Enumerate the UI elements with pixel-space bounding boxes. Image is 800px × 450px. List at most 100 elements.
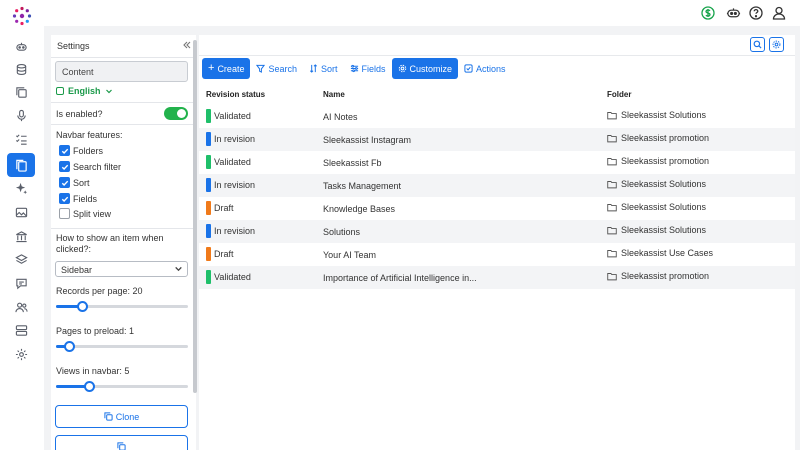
status-color-bar — [206, 132, 211, 146]
row-folder: Sleekassist Solutions — [607, 110, 706, 120]
row-name[interactable]: Your AI Team — [323, 250, 376, 260]
slider-thumb[interactable] — [64, 341, 76, 352]
feature-label: Sort — [73, 177, 90, 188]
pages-to-preload-slider[interactable] — [56, 341, 188, 352]
users-icon[interactable] — [10, 296, 32, 318]
server-icon[interactable] — [10, 319, 32, 341]
row-name[interactable]: Tasks Management — [323, 181, 401, 191]
row-name[interactable]: Importance of Artificial Intelligence in… — [323, 273, 477, 283]
sort-button[interactable]: Sort — [303, 58, 344, 79]
is-enabled-toggle[interactable] — [164, 107, 188, 120]
views-in-navbar-slider[interactable] — [56, 381, 188, 392]
slider-thumb[interactable] — [84, 381, 95, 392]
row-folder: Sleekassist promotion — [607, 156, 709, 166]
sparkle-icon[interactable] — [10, 177, 32, 199]
database-icon[interactable] — [10, 58, 32, 80]
status-color-bar — [206, 224, 211, 238]
help-icon[interactable] — [747, 4, 765, 22]
customize-button[interactable]: Customize — [391, 58, 459, 79]
microphone-icon[interactable] — [10, 104, 32, 126]
search-icon[interactable] — [750, 37, 765, 52]
copy-icon — [117, 442, 126, 450]
content-type-field[interactable]: Content — [55, 61, 188, 82]
layers-icon[interactable] — [10, 248, 32, 270]
divider — [51, 228, 196, 229]
top-bar — [44, 0, 800, 26]
status-color-bar — [206, 155, 211, 169]
column-header-revision-status[interactable]: Revision status — [206, 90, 265, 99]
feature-label: Folders — [73, 145, 104, 156]
create-label: Create — [217, 63, 245, 74]
table-row[interactable]: In revision Tasks Management Sleekassist S… — [199, 174, 795, 197]
app-logo[interactable] — [12, 6, 32, 26]
settings-icon[interactable] — [769, 37, 784, 52]
settings-scrollbar[interactable] — [193, 40, 197, 393]
row-name[interactable]: Knowledge Bases — [323, 204, 395, 214]
status-label: In revision — [214, 226, 256, 236]
bank-icon[interactable] — [10, 225, 32, 247]
status-badge: In revision — [206, 132, 255, 146]
slider-thumb[interactable] — [77, 301, 89, 312]
chat-icon[interactable] — [10, 272, 32, 294]
sliders-icon — [350, 64, 358, 73]
table-row[interactable]: Draft Your AI Team Sleekassist Use Cases — [199, 243, 795, 266]
user-icon[interactable] — [770, 4, 788, 22]
collapse-panel-icon[interactable] — [182, 40, 192, 50]
image-icon[interactable] — [10, 201, 32, 223]
language-label: English — [68, 86, 101, 96]
status-badge: Validated — [206, 270, 251, 284]
feature-split-view-checkbox[interactable]: Split view — [59, 208, 111, 219]
folder-icon — [607, 203, 617, 211]
chevron-down-icon — [105, 89, 112, 94]
table-row[interactable]: Draft Knowledge Bases Sleekassist Solution… — [199, 197, 795, 220]
copy-icon[interactable] — [10, 81, 32, 103]
table-row[interactable]: Validated Importance of Artificial Intell… — [199, 266, 795, 289]
row-folder: Sleekassist Solutions — [607, 225, 706, 235]
how-to-show-select[interactable]: Sidebar — [55, 261, 188, 277]
main-content: + Create Search Sort Fields Customize Ac… — [199, 35, 795, 450]
folder-label: Sleekassist Use Cases — [621, 248, 714, 258]
secondary-action-button[interactable] — [55, 435, 188, 450]
settings-panel: Settings Content English Is enabled? Nav… — [51, 35, 196, 450]
table-row[interactable]: In revision Solutions Sleekassist Solution… — [199, 220, 795, 243]
checklist-icon[interactable] — [10, 128, 32, 150]
folder-label: Sleekassist promotion — [621, 271, 710, 281]
table-row[interactable]: Validated AI Notes Sleekassist Solutions — [199, 105, 795, 128]
table-row[interactable]: Validated Sleekassist Fb Sleekassist promo… — [199, 151, 795, 174]
table-row[interactable]: In revision Sleekassist Instagram Sleekass… — [199, 128, 795, 151]
create-button[interactable]: + Create — [202, 58, 251, 79]
select-value: Sidebar — [61, 265, 93, 275]
records-per-page-slider[interactable] — [56, 301, 188, 312]
feature-folders-checkbox[interactable]: Folders — [59, 145, 103, 156]
robot-icon[interactable] — [724, 4, 742, 22]
language-selector[interactable]: English — [56, 86, 113, 96]
folder-label: Sleekassist Solutions — [621, 179, 707, 189]
status-badge: Draft — [206, 201, 234, 215]
feature-sort-checkbox[interactable]: Sort — [59, 177, 90, 188]
gear-icon[interactable] — [10, 343, 32, 365]
fields-button[interactable]: Fields — [344, 58, 392, 79]
actions-button[interactable]: Actions — [458, 58, 512, 79]
toolbar: + Create Search Sort Fields Customize Ac… — [202, 58, 512, 79]
row-name[interactable]: Sleekassist Instagram — [323, 135, 411, 145]
fields-label: Fields — [361, 63, 386, 74]
folder-icon — [607, 249, 617, 257]
bot-icon[interactable] — [10, 35, 32, 57]
row-name[interactable]: Solutions — [323, 227, 360, 237]
feature-fields-checkbox[interactable]: Fields — [59, 193, 97, 204]
documents-icon[interactable] — [7, 153, 35, 177]
checkbox-unchecked-icon — [59, 208, 70, 219]
dollar-icon[interactable] — [699, 4, 717, 22]
row-name[interactable]: Sleekassist Fb — [323, 158, 382, 168]
column-header-name[interactable]: Name — [323, 90, 345, 99]
clone-button[interactable]: Clone — [55, 405, 188, 428]
row-name[interactable]: AI Notes — [323, 112, 358, 122]
status-label: In revision — [214, 180, 256, 190]
status-color-bar — [206, 109, 211, 123]
status-color-bar — [206, 178, 211, 192]
status-label: Draft — [214, 203, 234, 213]
column-header-folder[interactable]: Folder — [607, 90, 631, 99]
row-folder: Sleekassist Use Cases — [607, 248, 713, 258]
search-button[interactable]: Search — [250, 58, 303, 79]
feature-search-filter-checkbox[interactable]: Search filter — [59, 161, 121, 172]
